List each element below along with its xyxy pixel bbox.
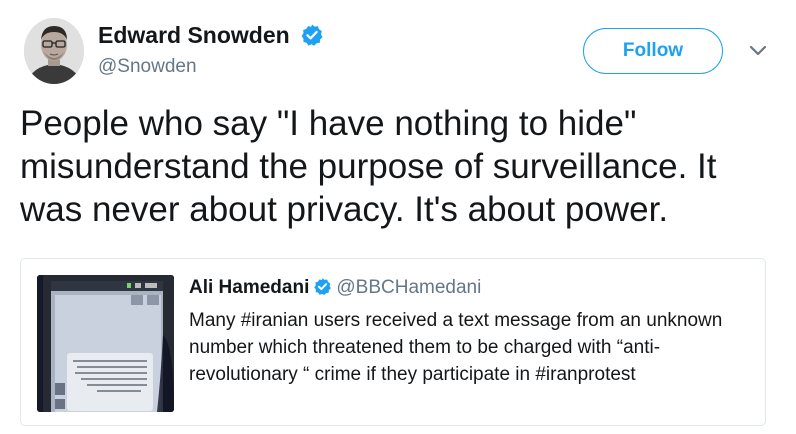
quoted-tweet[interactable]: Ali Hamedani @BBCHamedani Many #iranian …: [20, 258, 766, 426]
quoted-tweet-text: Many #iranian users received a text mess…: [189, 310, 723, 385]
tweet-header: Edward Snowden @Snowden Follow: [20, 18, 780, 88]
quoted-tweet-header: Ali Hamedani @BBCHamedani: [189, 275, 749, 301]
tweet-text: People who say "I have nothing to hide" …: [20, 104, 717, 229]
avatar[interactable]: [24, 18, 84, 84]
follow-button[interactable]: Follow: [583, 28, 723, 74]
author-name[interactable]: Edward Snowden: [98, 21, 290, 49]
verified-badge-icon: [300, 23, 324, 47]
tweet-card: Edward Snowden @Snowden Follow People wh…: [0, 0, 796, 434]
author-handle[interactable]: @Snowden: [98, 55, 324, 79]
quoted-author-name[interactable]: Ali Hamedani: [189, 277, 309, 298]
quoted-tweet-body: Ali Hamedani @BBCHamedani Many #iranian …: [189, 275, 749, 388]
author-block: Edward Snowden @Snowden: [98, 21, 324, 79]
quoted-tweet-image[interactable]: [37, 275, 174, 412]
verified-badge-icon: [313, 277, 332, 296]
chevron-down-icon[interactable]: [746, 40, 770, 60]
quoted-author-handle[interactable]: @BBCHamedani: [336, 277, 481, 298]
